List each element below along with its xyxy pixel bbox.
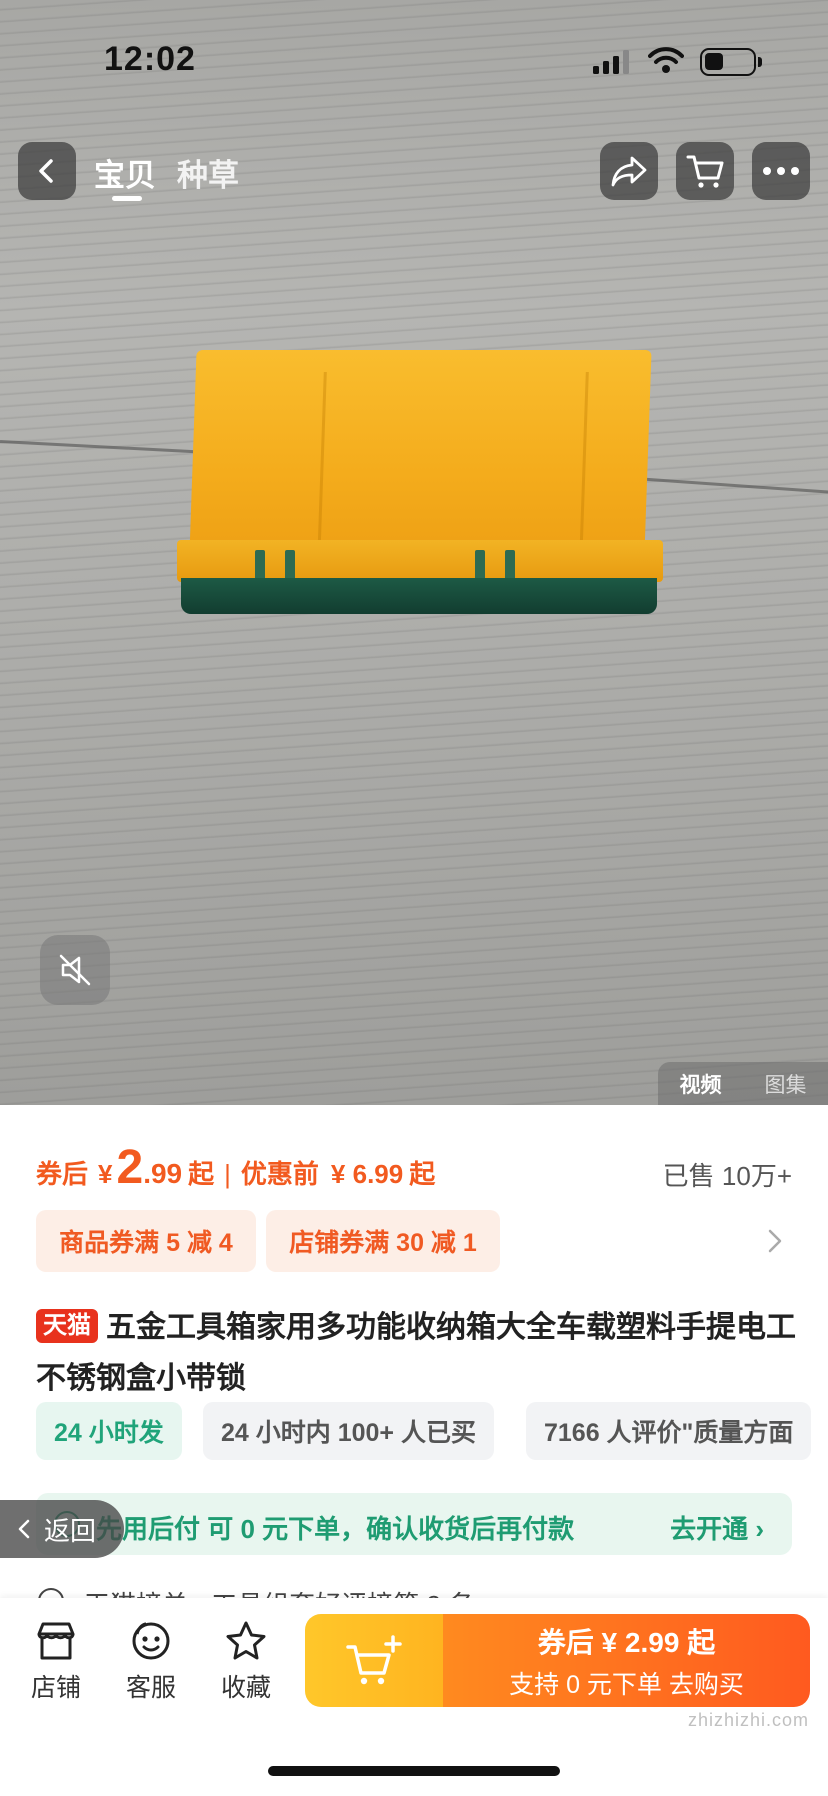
home-indicator[interactable] [268, 1766, 560, 1776]
coupon-store[interactable]: 店铺券满 30 减 1 [266, 1210, 500, 1272]
back-button[interactable] [18, 142, 76, 200]
battery-icon [700, 48, 756, 76]
mute-button[interactable] [40, 935, 110, 1005]
price-decimal: .99 [143, 1158, 183, 1189]
cart-icon [686, 155, 724, 188]
share-button[interactable] [600, 142, 658, 200]
watermark: zhizhizhi.com [688, 1710, 810, 1730]
toolbox-image [175, 350, 665, 620]
purchase-cta: 券后 ¥ 2.99 起 支持 0 元下单 去购买 [305, 1614, 810, 1707]
store-label: 店铺 [30, 1674, 81, 1702]
pay-later-text: 先用后付 可 0 元下单，确认收货后再付款 [96, 1514, 575, 1544]
product-title-text: 五金工具箱家用多功能收纳箱大全车载塑料手提电工不锈钢盒小带锁 [36, 1311, 796, 1395]
before-label: 优惠前 [240, 1159, 319, 1189]
toolbox-band [177, 540, 663, 582]
price-row: 券后 ¥ 2 .99 起 | 优惠前 ¥ 6.99 起 [36, 1140, 435, 1200]
add-to-cart-button[interactable] [305, 1614, 443, 1707]
tag-reviews[interactable]: 7166 人评价"质量方面 [526, 1402, 812, 1460]
cart-button[interactable] [676, 142, 734, 200]
speaker-muted-icon [59, 954, 91, 986]
tag-shipping: 24 小时发 [36, 1402, 182, 1460]
buy-now-button[interactable]: 券后 ¥ 2.99 起 支持 0 元下单 去购买 [443, 1614, 810, 1707]
status-time: 12:02 [104, 40, 196, 78]
buy-sub-label: 支持 0 元下单 去购买 [509, 1670, 744, 1699]
pay-later-banner[interactable]: 先用后付 可 0 元下单，确认收货后再付款 去开通 › [36, 1493, 792, 1555]
price-integer: 2 [116, 1141, 144, 1194]
star-icon [226, 1621, 266, 1660]
product-title: 天猫 五金工具箱家用多功能收纳箱大全车载塑料手提电工不锈钢盒小带锁 [36, 1302, 796, 1404]
price-separator: | [224, 1159, 231, 1189]
toolbox-base [181, 578, 657, 614]
share-icon [611, 156, 647, 187]
signal-icon [593, 50, 629, 74]
tmall-badge: 天猫 [36, 1309, 98, 1343]
store-icon [37, 1622, 75, 1660]
pay-later-action[interactable]: 去开通 › [670, 1509, 764, 1546]
after-coupon-label: 券后 [36, 1159, 89, 1189]
media-tabs: 视频 图集 [658, 1062, 828, 1105]
before-price: ¥ 6.99 [330, 1159, 404, 1189]
tab-recommend[interactable]: 种草 [177, 150, 239, 195]
favorite-label: 收藏 [220, 1674, 271, 1702]
more-button[interactable] [752, 142, 810, 200]
coupon-product[interactable]: 商品券满 5 减 4 [36, 1210, 256, 1272]
sold-count: 已售 10万+ [662, 1161, 792, 1191]
add-cart-icon [346, 1634, 402, 1684]
service-button[interactable]: 客服 [111, 1620, 191, 1704]
chevron-right-icon[interactable] [767, 1228, 783, 1254]
chevron-left-icon [18, 1519, 30, 1539]
tag-bought: 24 小时内 100+ 人已买 [203, 1402, 494, 1460]
toolbox-lid [189, 350, 652, 555]
service-label: 客服 [125, 1674, 176, 1702]
customer-service-icon [132, 1622, 170, 1660]
price-suffix: 起 [188, 1159, 215, 1189]
more-icon [763, 167, 799, 175]
before-suffix: 起 [409, 1159, 436, 1189]
currency: ¥ [98, 1159, 113, 1189]
tab-product[interactable]: 宝贝 [94, 150, 156, 195]
floating-back-label: 返回 [44, 1515, 97, 1546]
chevron-left-icon [39, 159, 53, 183]
favorite-button[interactable]: 收藏 [206, 1620, 286, 1704]
status-bar: 12:02 [0, 0, 828, 110]
tab-images[interactable]: 图集 [765, 1069, 807, 1099]
buy-price-label: 券后 ¥ 2.99 起 [537, 1626, 716, 1658]
floating-back-button[interactable]: 返回 [0, 1500, 124, 1558]
store-button[interactable]: 店铺 [16, 1620, 96, 1704]
wifi-icon [648, 47, 684, 73]
tab-video[interactable]: 视频 [680, 1069, 722, 1099]
tab-indicator [112, 196, 142, 201]
